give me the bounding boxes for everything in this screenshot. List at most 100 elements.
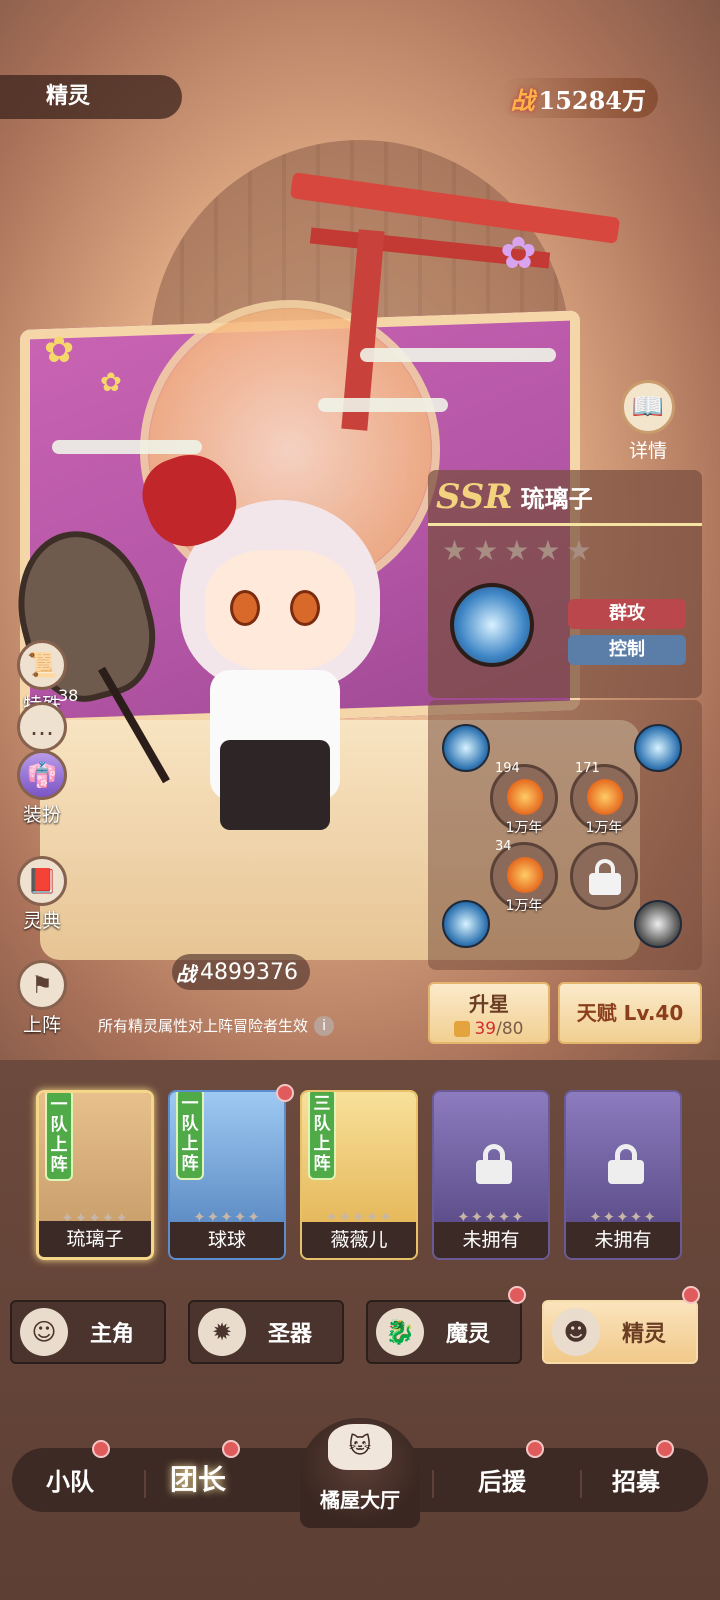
flame-book-icon <box>507 779 543 815</box>
chat-bubble-icon: … <box>17 702 67 752</box>
flower-decor: ✿ <box>44 330 75 371</box>
spirit-info-panel: SSR 琉璃子 ★ ★ ★ ★ ★ 群攻 控制 <box>428 470 702 698</box>
cloud-decor <box>360 348 556 362</box>
puzzle-piece-icon <box>454 1021 471 1037</box>
notification-dot <box>92 1440 110 1458</box>
codex-icon: 📕 <box>17 856 67 906</box>
element-row: 群攻 控制 <box>428 575 702 685</box>
power-value: 15284万 <box>538 85 647 115</box>
nav-hall-label: 橘屋大厅 <box>320 1488 400 1512</box>
category-label: 主角 <box>90 1322 135 1347</box>
outfit-icon: 👘 <box>17 750 67 800</box>
rune-slot-locked[interactable] <box>570 842 638 910</box>
spirit-title-row: SSR 琉璃子 <box>428 470 702 526</box>
notification-dot <box>656 1440 674 1458</box>
deploy-label: 上阵 <box>22 1014 61 1036</box>
nav-divider <box>432 1470 434 1498</box>
skill-icon[interactable] <box>442 724 490 772</box>
details-label: 详情 <box>628 440 667 462</box>
spirit-character[interactable] <box>0 440 380 870</box>
details-button[interactable]: 📖 详情 <box>612 380 684 463</box>
spirit-card[interactable]: ✦✦✦✦✦ 一队上阵 球球 <box>168 1090 286 1260</box>
nav-leader[interactable]: 团长 <box>170 1458 226 1498</box>
deploy-button[interactable]: ⚑ 上阵 <box>12 960 72 1037</box>
category-artifact-button[interactable]: ✹ 圣器 <box>188 1300 344 1364</box>
lock-icon <box>476 1144 512 1184</box>
flower-decor: ✿ <box>500 228 537 279</box>
element-orb-icon[interactable] <box>450 583 534 667</box>
card-name: 薇薇儿 <box>302 1222 416 1258</box>
nav-support[interactable]: 后援 <box>478 1462 526 1497</box>
hero-face-icon: ☺ <box>20 1308 68 1356</box>
star-icon: ★ <box>535 534 561 567</box>
skill-panel: 194 1万年 171 1万年 34 1万年 <box>428 700 702 970</box>
outfit-label: 装扮 <box>22 804 61 826</box>
scroll-icon: 📜 <box>17 640 67 690</box>
rune-years: 1万年 <box>585 820 623 836</box>
tag-control: 控制 <box>568 635 686 665</box>
lock-icon <box>589 859 621 895</box>
character-hakama <box>220 740 330 830</box>
talent-button[interactable]: 天赋 Lv.40 <box>558 982 702 1044</box>
rune-years: 1万年 <box>505 898 543 914</box>
card-name: 琉璃子 <box>39 1221 151 1257</box>
codex-label: 灵典 <box>22 910 61 932</box>
star-icon: ★ <box>504 534 530 567</box>
effect-note: 所有精灵属性对上阵冒险者生效 i <box>98 1015 335 1036</box>
spirit-card[interactable]: ✦✦✦✦✦ 一队上阵 琉璃子 <box>36 1090 154 1260</box>
character-eye <box>230 590 260 626</box>
shard-max: 80 <box>501 1019 524 1039</box>
category-label: 魔灵 <box>446 1322 491 1347</box>
codex-button[interactable]: 📕 灵典 <box>12 856 72 933</box>
card-name: 未拥有 <box>434 1222 548 1258</box>
nav-hall-button[interactable]: 🐱 橘屋大厅 <box>300 1418 420 1528</box>
rune-slot[interactable]: 34 1万年 <box>490 839 558 914</box>
spirit-power-label: 战 <box>176 961 196 986</box>
rune-years: 1万年 <box>505 820 543 836</box>
total-power: 战 15284万 <box>498 78 658 118</box>
spirit-card[interactable]: ✦✦✦✦✦ 三队上阵 薇薇儿 <box>300 1090 418 1260</box>
dragon-icon: 🐉 <box>376 1308 424 1356</box>
rune-count: 171 <box>575 761 600 776</box>
rarity-badge: SSR <box>436 476 513 517</box>
nav-divider <box>580 1470 582 1498</box>
star-icon: ★ <box>473 534 499 567</box>
chat-button[interactable]: … <box>12 702 72 752</box>
skill-icon[interactable] <box>634 900 682 948</box>
category-spirit-button[interactable]: ☻ 精灵 <box>542 1300 698 1364</box>
flame-book-icon <box>587 779 623 815</box>
star-rating: ★ ★ ★ ★ ★ <box>428 526 702 575</box>
team-badge: 三队上阵 <box>308 1092 336 1180</box>
skill-icon[interactable] <box>634 724 682 772</box>
book-icon: 📖 <box>621 380 675 434</box>
power-label: 战 <box>510 86 535 115</box>
page-title-tab: 精灵 <box>0 75 182 119</box>
notification-dot <box>276 1084 294 1102</box>
star-icon: ★ <box>442 534 468 567</box>
category-demon-button[interactable]: 🐉 魔灵 <box>366 1300 522 1364</box>
cloud-decor <box>318 398 448 412</box>
spirit-card-locked[interactable]: ✦✦✦✦✦ 未拥有 <box>432 1090 550 1260</box>
skill-icon[interactable] <box>442 900 490 948</box>
shard-current: 39 <box>474 1019 497 1039</box>
info-icon[interactable]: i <box>314 1015 335 1036</box>
rune-slot[interactable]: 171 1万年 <box>570 761 638 836</box>
deploy-icon: ⚑ <box>17 960 67 1010</box>
lock-icon <box>608 1144 644 1184</box>
cat-house-icon: 🐱 <box>328 1424 392 1470</box>
talent-label: 天赋 Lv.40 <box>576 1001 684 1025</box>
category-label: 圣器 <box>268 1322 313 1347</box>
category-hero-button[interactable]: ☺ 主角 <box>10 1300 166 1364</box>
flame-book-icon <box>507 857 543 893</box>
spirit-card-locked[interactable]: ✦✦✦✦✦ 未拥有 <box>564 1090 682 1260</box>
nav-squad[interactable]: 小队 <box>46 1462 94 1497</box>
category-label: 精灵 <box>622 1322 667 1347</box>
spirit-power-value: 4899376 <box>200 959 298 985</box>
nav-recruit[interactable]: 招募 <box>612 1462 660 1497</box>
spirit-name: 琉璃子 <box>520 485 593 513</box>
rune-slot[interactable]: 194 1万年 <box>490 761 558 836</box>
notification-dot <box>682 1286 700 1304</box>
star-up-button[interactable]: 升星 39 / 80 <box>428 982 550 1044</box>
outfit-button[interactable]: 👘 装扮 <box>12 750 72 827</box>
rune-count: 194 <box>495 761 520 776</box>
